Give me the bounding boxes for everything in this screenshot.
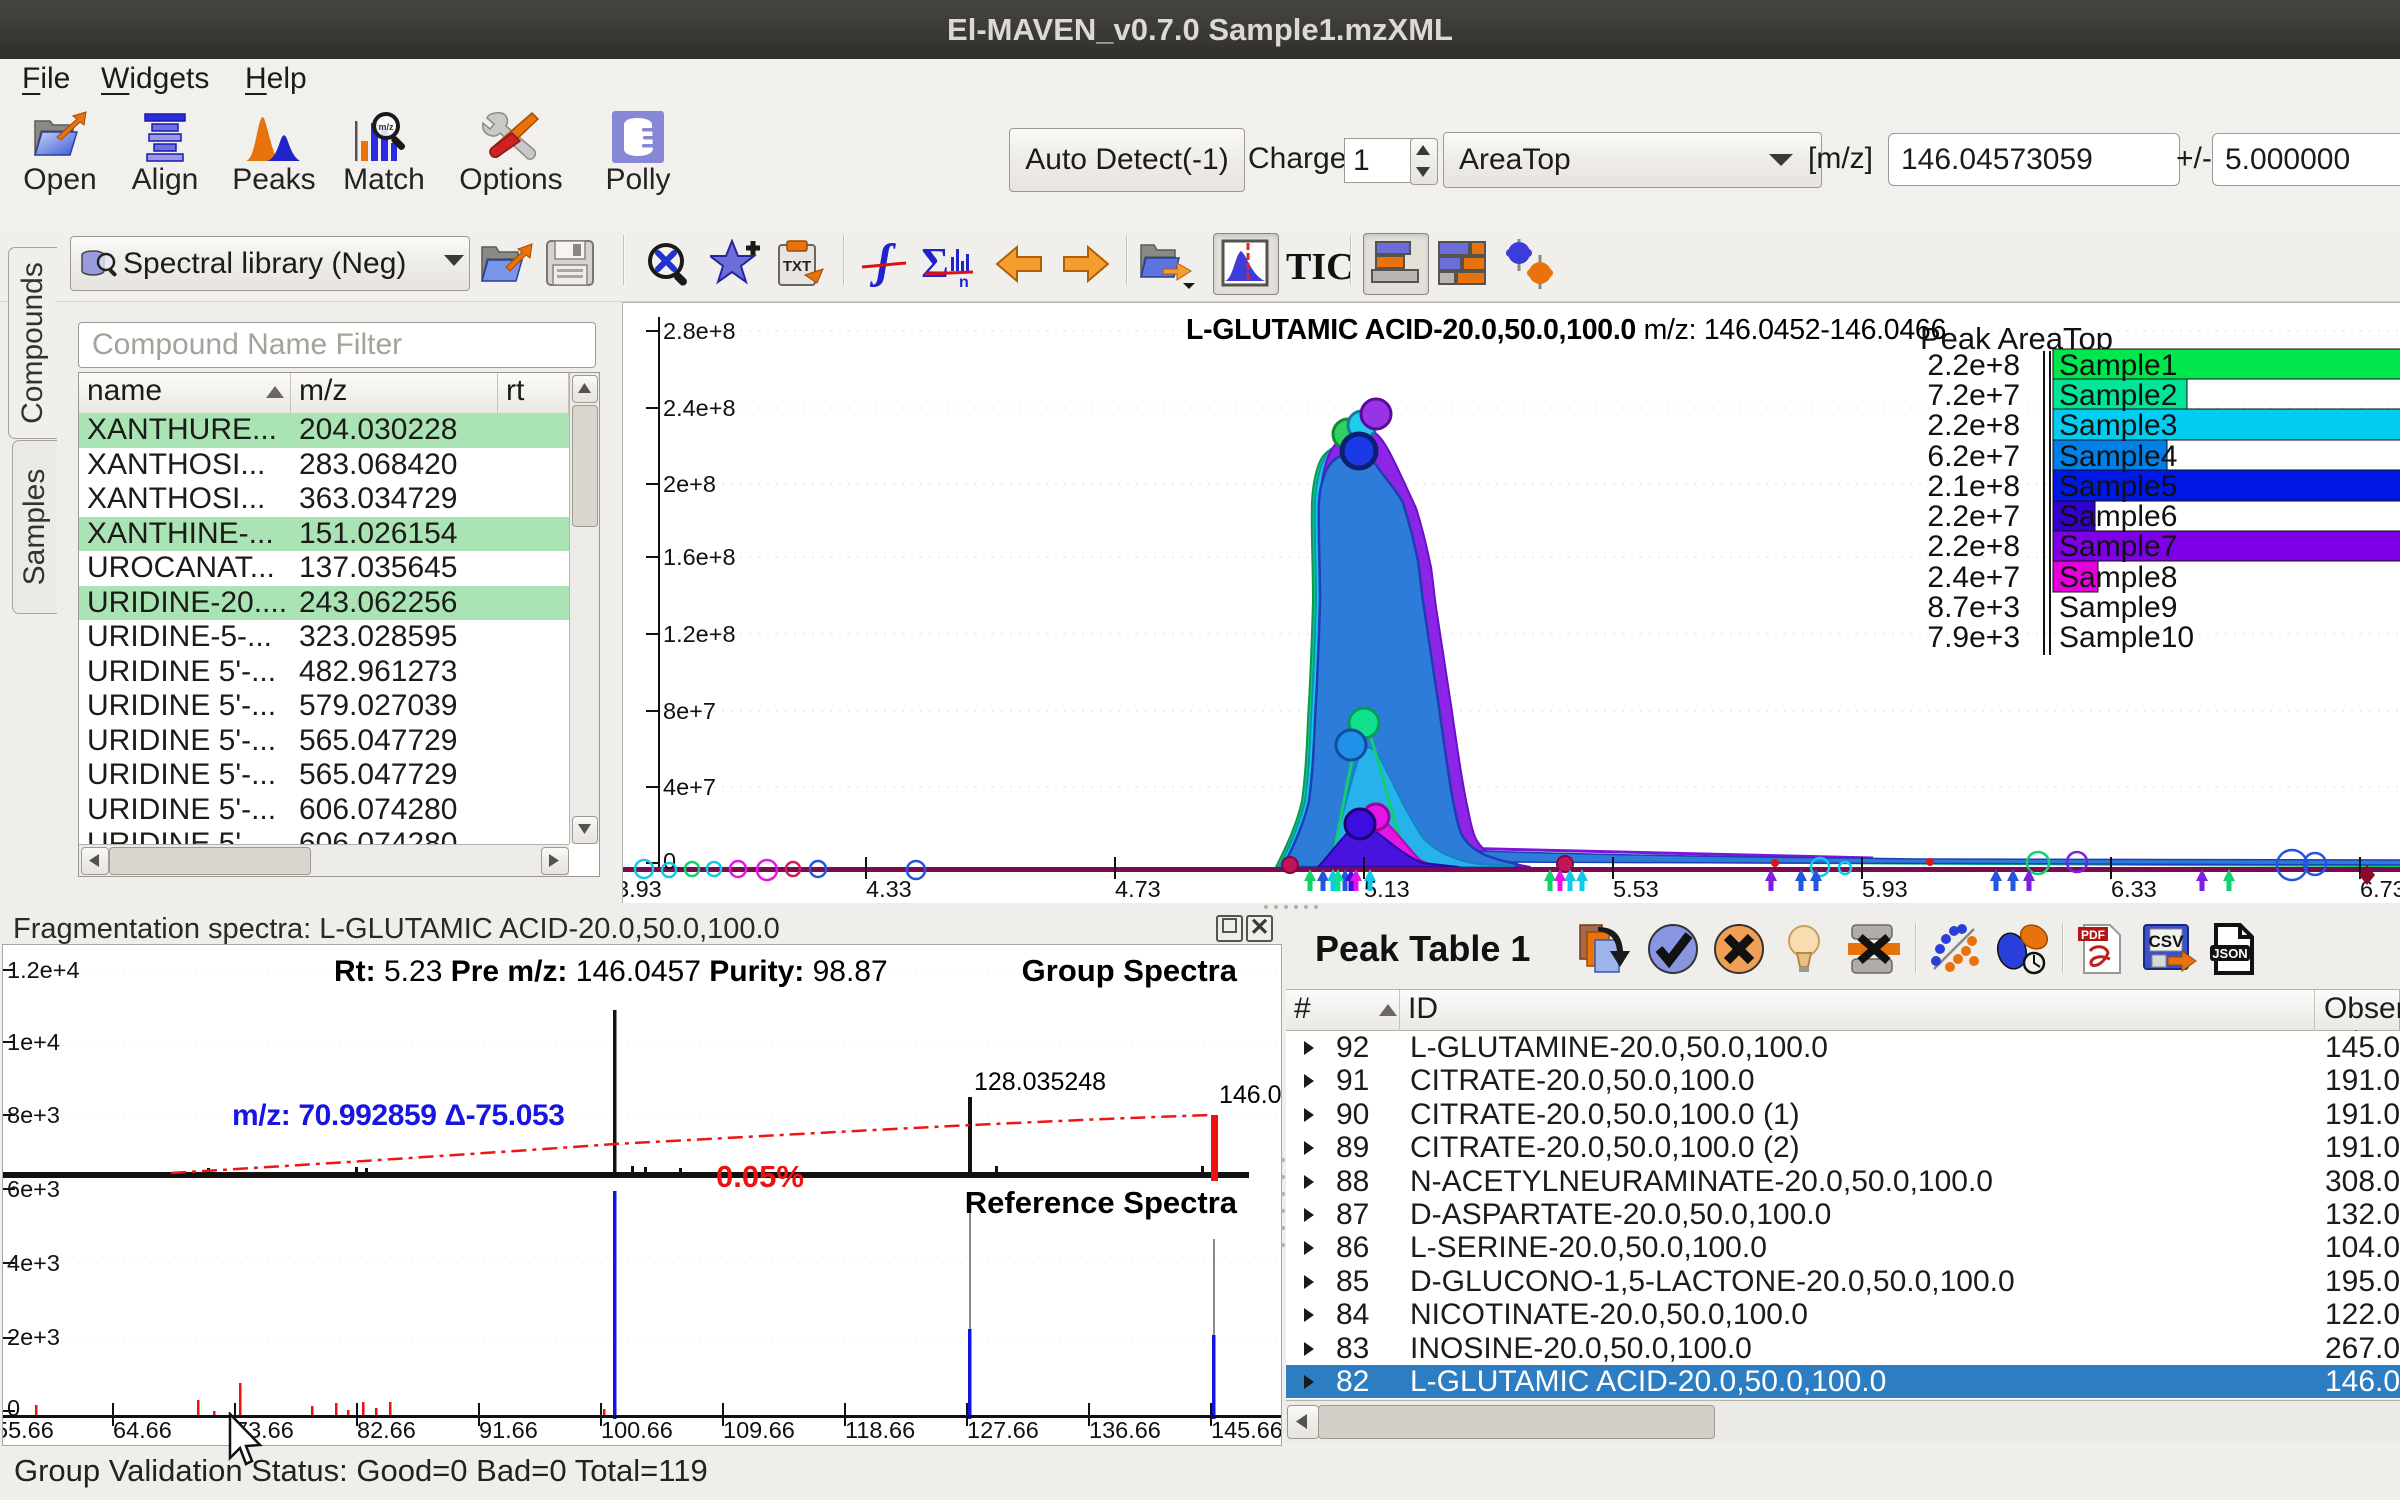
svg-text:82.66: 82.66 — [357, 1417, 416, 1443]
svg-text:2.2e+8: 2.2e+8 — [1927, 349, 2020, 382]
svg-text:64.66: 64.66 — [113, 1417, 172, 1443]
svg-text:8.7e+3: 8.7e+3 — [1927, 591, 2020, 624]
svg-text:91.66: 91.66 — [479, 1417, 538, 1443]
svg-text:6.2e+7: 6.2e+7 — [1927, 440, 2020, 473]
svg-text:TXT: TXT — [783, 258, 811, 275]
svg-text:5.53: 5.53 — [1613, 876, 1659, 902]
svg-text:m/z: m/z — [378, 122, 394, 132]
svg-text:6e+3: 6e+3 — [7, 1176, 60, 1202]
svg-text:127.66: 127.66 — [967, 1417, 1039, 1443]
svg-text:7.9e+3: 7.9e+3 — [1927, 621, 2020, 654]
svg-text:Sample1: Sample1 — [2059, 349, 2177, 382]
svg-text:1.2e+8: 1.2e+8 — [663, 621, 736, 647]
svg-text:m/z: 70.992859 Δ-75.053: m/z: 70.992859 Δ-75.053 — [232, 1099, 565, 1132]
svg-text:Sample8: Sample8 — [2059, 561, 2177, 594]
svg-text:Sample7: Sample7 — [2059, 530, 2177, 563]
svg-text:Sample6: Sample6 — [2059, 500, 2177, 533]
svg-text:2.2e+7: 2.2e+7 — [1927, 500, 2020, 533]
svg-text:145.66: 145.66 — [1211, 1417, 1282, 1443]
svg-text:2e+3: 2e+3 — [7, 1324, 60, 1350]
svg-text:4e+7: 4e+7 — [663, 774, 716, 800]
svg-text:Σ: Σ — [921, 241, 948, 287]
svg-text:8e+7: 8e+7 — [663, 698, 716, 724]
svg-text:3.93: 3.93 — [622, 876, 662, 902]
svg-text:109.66: 109.66 — [723, 1417, 795, 1443]
svg-text:4.33: 4.33 — [866, 876, 912, 902]
svg-text:2e+8: 2e+8 — [663, 471, 716, 497]
svg-text:1.6e+8: 1.6e+8 — [663, 544, 736, 570]
svg-text:6.33: 6.33 — [2111, 876, 2157, 902]
svg-text:Reference Spectra: Reference Spectra — [965, 1185, 1238, 1220]
svg-text:2.2e+8: 2.2e+8 — [1927, 409, 2020, 442]
svg-text:0.05%: 0.05% — [716, 1159, 804, 1194]
svg-text:Rt: 5.23 Pre m/z: 146.0457 Pur: Rt: 5.23 Pre m/z: 146.0457 Purity: 98.87 — [334, 955, 888, 988]
svg-text:2.4e+7: 2.4e+7 — [1927, 561, 2020, 594]
svg-text:Sample2: Sample2 — [2059, 379, 2177, 412]
svg-text:7.2e+7: 7.2e+7 — [1927, 379, 2020, 412]
svg-text:100.66: 100.66 — [601, 1417, 673, 1443]
svg-text:Sample5: Sample5 — [2059, 470, 2177, 503]
svg-text:CSV: CSV — [2149, 932, 2185, 951]
svg-text:0: 0 — [7, 1395, 20, 1421]
svg-text:2.8e+8: 2.8e+8 — [663, 318, 736, 344]
svg-text:Sample4: Sample4 — [2059, 440, 2177, 473]
svg-text:0: 0 — [663, 848, 676, 874]
svg-text:L-GLUTAMIC ACID-20.0,50.0,100.: L-GLUTAMIC ACID-20.0,50.0,100.0 m/z: 146… — [1186, 314, 1946, 346]
svg-text:2.4e+8: 2.4e+8 — [663, 395, 736, 421]
svg-text:4e+3: 4e+3 — [7, 1250, 60, 1276]
svg-text:8e+3: 8e+3 — [7, 1102, 60, 1128]
svg-text:2.2e+8: 2.2e+8 — [1927, 530, 2020, 563]
svg-text:118.66: 118.66 — [845, 1417, 915, 1443]
svg-text:136.66: 136.66 — [1089, 1417, 1161, 1443]
svg-text:4.73: 4.73 — [1115, 876, 1161, 902]
svg-text:PDF: PDF — [2081, 928, 2105, 942]
svg-text:146.0: 146.0 — [1219, 1081, 1282, 1109]
svg-text:n: n — [959, 274, 969, 289]
svg-text:1e+4: 1e+4 — [7, 1029, 60, 1055]
svg-text:1.2e+4: 1.2e+4 — [7, 957, 80, 983]
svg-text:5.93: 5.93 — [1862, 876, 1908, 902]
svg-text:Sample10: Sample10 — [2059, 621, 2194, 654]
svg-text:2.1e+8: 2.1e+8 — [1927, 470, 2020, 503]
svg-text:Sample3: Sample3 — [2059, 409, 2177, 442]
svg-text:128.035248: 128.035248 — [974, 1068, 1106, 1096]
svg-text:Sample9: Sample9 — [2059, 591, 2177, 624]
svg-text:JSON: JSON — [2212, 946, 2247, 961]
svg-text:Group Spectra: Group Spectra — [1022, 953, 1238, 988]
